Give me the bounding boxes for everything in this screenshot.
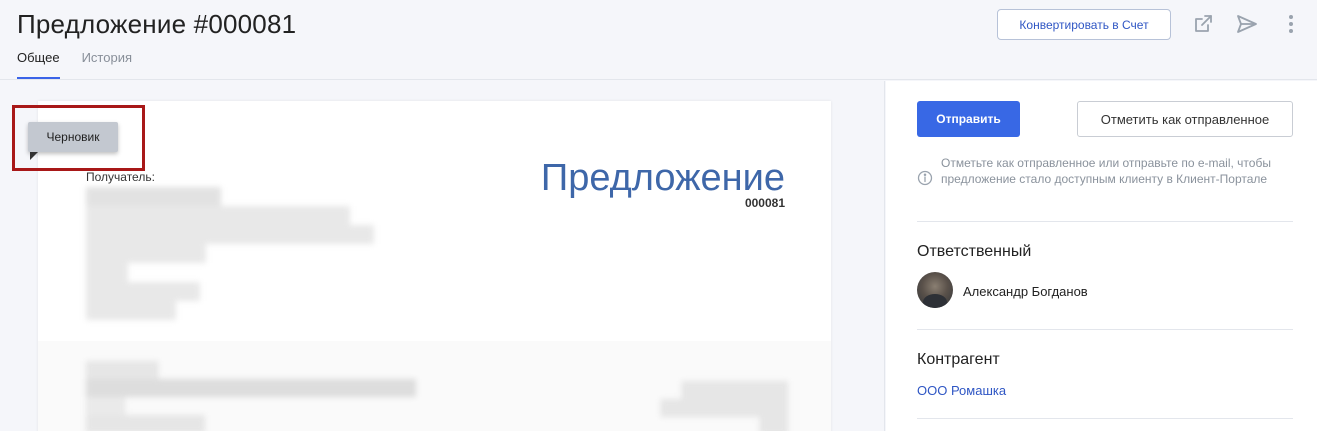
divider — [917, 329, 1293, 330]
recipient-details-blurred — [86, 187, 386, 320]
document-body-blurred — [38, 341, 831, 431]
send-button[interactable]: Отправить — [917, 101, 1020, 137]
more-vertical-icon[interactable] — [1279, 12, 1303, 36]
highlight-frame — [12, 105, 145, 171]
document-preview: Получатель: Предложение 000081 — [38, 101, 831, 431]
tab-bar: Общее История — [17, 50, 132, 79]
responsible-title: Ответственный — [917, 243, 1032, 260]
contractor-link[interactable]: ООО Ромашка — [917, 383, 1006, 398]
send-icon[interactable] — [1235, 12, 1259, 36]
responsible-name[interactable]: Александр Богданов — [963, 284, 1088, 299]
info-icon — [917, 170, 933, 186]
external-link-icon[interactable] — [1191, 12, 1215, 36]
send-hint-text: Отметьте как отправленное или отправьте … — [941, 156, 1271, 186]
divider — [917, 418, 1293, 419]
divider — [917, 221, 1293, 222]
contractor-title: Контрагент — [917, 351, 1000, 368]
convert-to-invoice-button[interactable]: Конвертировать в Счет — [997, 9, 1171, 40]
tab-history[interactable]: История — [82, 50, 132, 79]
document-number: 000081 — [744, 196, 785, 210]
mark-as-sent-button[interactable]: Отметить как отправленное — [1077, 101, 1293, 137]
tab-general[interactable]: Общее — [17, 50, 60, 79]
recipient-label: Получатель: — [86, 170, 155, 184]
page-title: Предложение #000081 — [17, 9, 297, 39]
avatar — [917, 272, 953, 308]
page-header: Предложение #000081 Общее История Конвер… — [0, 0, 1317, 80]
actions-sidebar: Отправить Отметить как отправленное Отме… — [886, 81, 1317, 431]
document-heading: Предложение — [540, 157, 785, 199]
